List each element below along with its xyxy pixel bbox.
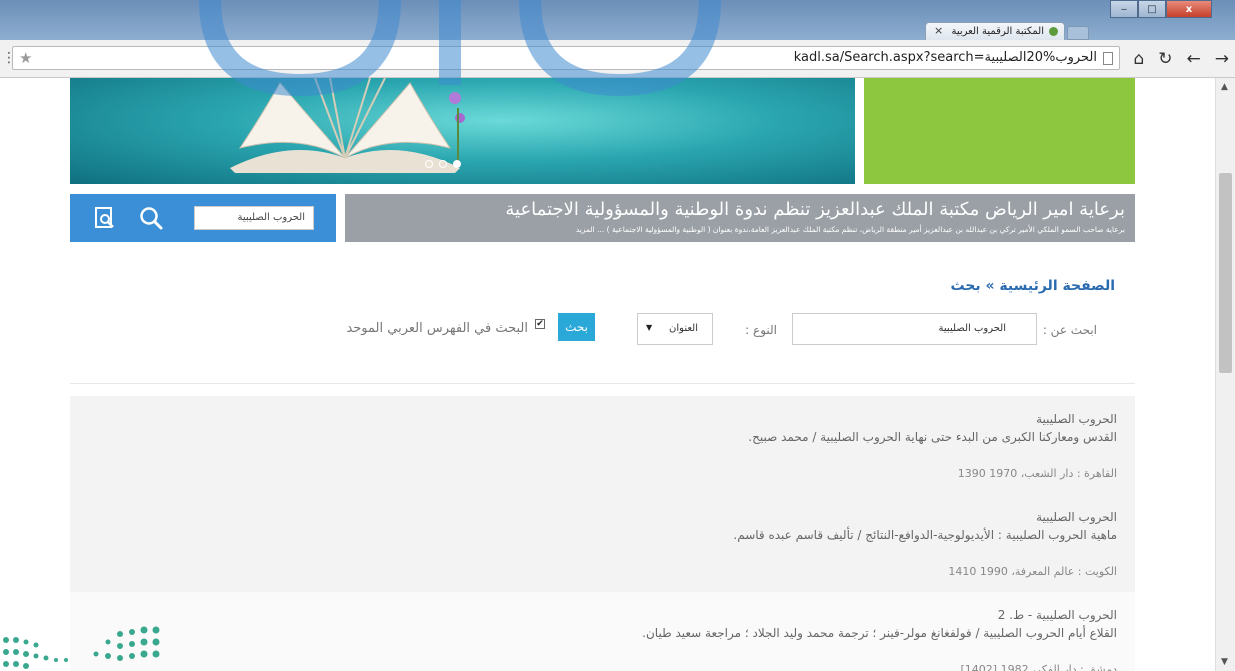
new-tab-button[interactable] [1067,26,1089,40]
type-label: النوع : [745,323,777,337]
result-heading[interactable]: الحروب الصليبية [1036,412,1117,426]
result-item[interactable]: الحروب الصليبية - ط. 2 القلاع أيام الحرو… [70,592,1135,671]
result-description: القدس ومعاركنا الكبرى من البدء حتى نهاية… [748,430,1117,444]
unified-catalog-label: البحث في الفهرس العربي الموحد [346,321,528,336]
address-bar[interactable]: ★ kadl.sa/Search.aspx?search=الحروب%20ال… [12,46,1120,70]
search-icon[interactable] [138,205,164,231]
window-controls: ‒ □ x [1110,0,1212,18]
result-item[interactable]: الحروب الصليبية ماهية الحروب الصليبية : … [70,494,1135,592]
url-text[interactable]: kadl.sa/Search.aspx?search=الحروب%20الصل… [794,50,1097,65]
minimize-button[interactable]: ‒ [1110,0,1138,18]
title-bar: المكتبة الرقمية العربية × ‒ □ x [0,0,1235,40]
quick-search-bar: الحروب الصليبية [70,194,336,242]
result-publication: القاهرة : دار الشعب، 1970 1390 [957,467,1117,480]
forward-icon[interactable]: → [1215,49,1229,69]
advanced-search-icon[interactable] [94,206,116,230]
bookmark-star-icon[interactable]: ★ [19,49,32,67]
back-icon[interactable]: ← [1187,49,1201,69]
result-heading[interactable]: الحروب الصليبية [1036,510,1117,524]
side-banner [864,78,1135,184]
result-publication: دمشق : دار الفكر، 1982 [1402] [960,663,1118,671]
type-select[interactable]: العنوان ▼ [637,313,713,345]
search-label: ابحث عن : [1042,323,1097,337]
page-icon [1103,52,1113,65]
news-ticker[interactable]: برعاية امير الرياض مكتبة الملك عبدالعزيز… [345,194,1135,242]
slide-indicators [425,160,461,168]
result-publication: الكويت : عالم المعرفة، 1990 1410 [948,565,1117,578]
breadcrumb[interactable]: الصفحة الرئيسية » بحث [950,278,1115,294]
quick-search-input[interactable]: الحروب الصليبية [194,206,314,230]
home-icon[interactable]: ⌂ [1133,49,1144,69]
site-favicon-icon [1049,27,1058,36]
search-form: ابحث عن : الحروب الصليبية النوع : العنوا… [0,310,1215,350]
result-description: ماهية الحروب الصليبية : الأيديولوجية-الد… [733,528,1117,542]
news-more-link[interactable]: المزيد [576,225,595,234]
divider [70,383,1135,384]
unified-catalog-checkbox[interactable]: ✔ [535,319,545,329]
type-select-value: العنوان [669,323,698,334]
open-book-illustration [230,78,465,173]
search-submit-button[interactable]: بحث [558,313,595,341]
maximize-button[interactable]: □ [1138,0,1166,18]
nav-buttons: ⌂ ↻ ← → [1133,49,1229,69]
result-description: القلاع أيام الحروب الصليبية / فولفغانغ م… [642,626,1117,640]
news-summary: برعاية صاحب السمو الملكي الأمير تركي بن … [576,225,1125,234]
page-content: الحروب الصليبية برعاية امير الرياض مكتبة… [0,78,1215,671]
tab-close-icon[interactable]: × [934,24,943,37]
slide-dot[interactable] [425,160,433,168]
scroll-up-arrow-icon[interactable]: ▲ [1221,82,1228,92]
vertical-scrollbar[interactable]: ▲ ▼ [1215,78,1235,671]
ministry-logo-dots [3,626,160,669]
result-item[interactable]: الحروب الصليبية القدس ومعاركنا الكبرى من… [70,396,1135,494]
slide-dot-active[interactable] [453,160,461,168]
news-summary-text: برعاية صاحب السمو الملكي الأمير تركي بن … [597,225,1125,234]
scroll-thumb[interactable] [1219,173,1232,373]
result-heading[interactable]: الحروب الصليبية - ط. 2 [998,608,1117,622]
browser-window: المكتبة الرقمية العربية × ‒ □ x ⋮ ★ kadl… [0,0,1235,671]
browser-tab[interactable]: المكتبة الرقمية العربية × [925,22,1065,40]
address-row: ⋮ ★ kadl.sa/Search.aspx?search=الحروب%20… [0,40,1235,78]
dropdown-arrow-icon: ▼ [646,323,653,332]
close-window-button[interactable]: x [1166,0,1212,18]
scroll-down-arrow-icon[interactable]: ▼ [1221,657,1228,667]
tab-title: المكتبة الرقمية العربية [951,26,1045,37]
news-title[interactable]: برعاية امير الرياض مكتبة الملك عبدالعزيز… [505,199,1125,220]
slide-dot[interactable] [439,160,447,168]
reload-icon[interactable]: ↻ [1158,49,1172,69]
results-list: الحروب الصليبية القدس ومعاركنا الكبرى من… [70,396,1135,671]
search-input[interactable]: الحروب الصليبية [792,313,1037,345]
banner-slider[interactable] [70,78,855,184]
